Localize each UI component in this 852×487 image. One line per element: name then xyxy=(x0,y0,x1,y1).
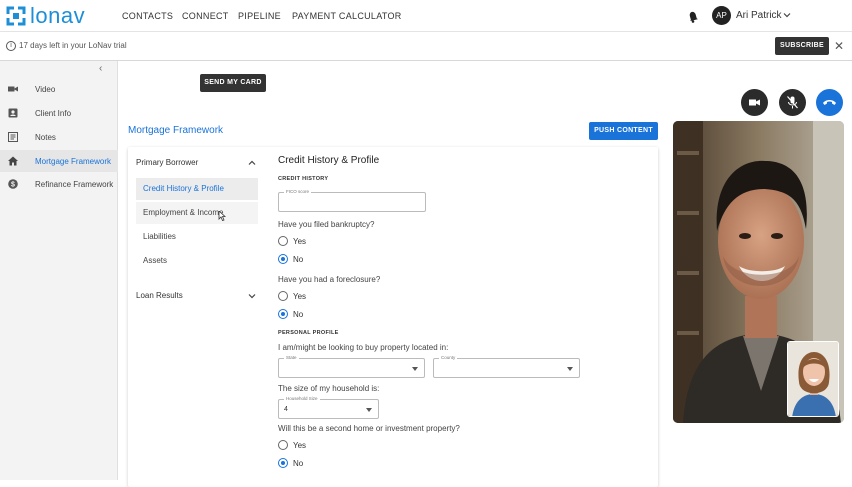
svg-text:$: $ xyxy=(11,182,15,189)
dropdown-caret-icon xyxy=(366,408,372,412)
user-avatar[interactable]: AP xyxy=(712,6,731,25)
dropdown-caret-icon xyxy=(412,367,418,371)
framework-card: Primary Borrower Credit History & Profil… xyxy=(128,147,658,487)
household-size-value: 4 xyxy=(284,406,288,413)
notes-icon xyxy=(8,132,18,142)
mic-off-icon xyxy=(787,96,798,109)
video-camera-icon xyxy=(8,86,18,92)
fico-score-field[interactable]: FICO score xyxy=(278,189,426,212)
video-camera-icon xyxy=(749,99,760,106)
radio-label: Yes xyxy=(293,291,307,301)
county-select[interactable]: County xyxy=(433,355,580,378)
fico-score-label: FICO score xyxy=(284,189,312,194)
second-home-no-option[interactable]: No xyxy=(278,457,303,469)
bankruptcy-question: Have you filed bankruptcy? xyxy=(278,220,375,229)
foreclosure-yes-option[interactable]: Yes xyxy=(278,290,306,302)
radio-button[interactable] xyxy=(278,236,288,246)
user-name[interactable]: Ari Patrick xyxy=(736,10,782,21)
nav-assets[interactable]: Assets xyxy=(136,250,258,272)
dropdown-caret-icon xyxy=(567,367,573,371)
logo-mark-icon xyxy=(6,6,26,26)
chevron-down-icon[interactable] xyxy=(783,11,791,19)
nav-connect[interactable]: CONNECT xyxy=(182,11,229,21)
location-question: I am/might be looking to buy property lo… xyxy=(278,343,449,352)
sidebar-item-mortgage-framework[interactable]: Mortgage Framework xyxy=(0,150,118,172)
household-size-label: Household Size xyxy=(284,396,320,401)
radio-label: Yes xyxy=(293,440,307,450)
bankruptcy-yes-option[interactable]: Yes xyxy=(278,235,306,247)
sidebar-item-client-info[interactable]: Client Info xyxy=(0,102,118,124)
sidebar: ‹ Video Client Info Notes Mortgage Frame… xyxy=(0,61,118,480)
close-icon[interactable]: ✕ xyxy=(834,40,844,52)
household-question: The size of my household is: xyxy=(278,384,380,393)
camera-toggle-button[interactable] xyxy=(741,89,768,116)
info-icon: i xyxy=(6,41,16,51)
self-participant-image xyxy=(788,342,838,416)
contact-card-icon xyxy=(8,108,18,118)
send-my-card-button[interactable]: SEND MY CARD xyxy=(200,74,266,92)
state-label: State xyxy=(284,355,299,360)
top-nav: lonav CONTACTS CONNECT PIPELINE PAYMENT … xyxy=(0,0,852,32)
phone-hangup-icon xyxy=(823,100,836,105)
page-title: Mortgage Framework xyxy=(128,125,224,136)
radio-label: No xyxy=(293,309,304,319)
radio-button[interactable] xyxy=(278,440,288,450)
second-home-question: Will this be a second home or investment… xyxy=(278,424,460,433)
county-label: County xyxy=(439,355,458,360)
notification-bell-icon[interactable] xyxy=(687,9,701,23)
chevron-down-icon[interactable] xyxy=(248,292,256,300)
nav-liabilities[interactable]: Liabilities xyxy=(136,226,258,248)
radio-button-selected[interactable] xyxy=(278,309,288,319)
chevron-up-icon[interactable] xyxy=(248,159,256,167)
subscribe-button[interactable]: SUBSCRIBE xyxy=(775,37,829,55)
radio-button[interactable] xyxy=(278,291,288,301)
nav-pipeline[interactable]: PIPELINE xyxy=(238,11,281,21)
lonav-logo[interactable]: lonav xyxy=(6,5,85,27)
home-icon xyxy=(8,156,18,166)
radio-button-selected[interactable] xyxy=(278,254,288,264)
foreclosure-question: Have you had a foreclosure? xyxy=(278,275,381,284)
nav-payment-calculator[interactable]: PAYMENT CALCULATOR xyxy=(292,11,402,21)
radio-button-selected[interactable] xyxy=(278,458,288,468)
sidebar-item-label: Video xyxy=(35,84,56,94)
trial-message: 17 days left in your LoNav trial xyxy=(19,41,127,50)
foreclosure-no-option[interactable]: No xyxy=(278,308,303,320)
chevron-left-icon[interactable]: ‹ xyxy=(99,63,102,74)
sidebar-item-label: Notes xyxy=(35,132,56,142)
sidebar-item-video[interactable]: Video xyxy=(0,78,118,100)
trial-banner: i 17 days left in your LoNav trial SUBSC… xyxy=(0,32,852,61)
sidebar-item-label: Client Info xyxy=(35,108,72,118)
hang-up-button[interactable] xyxy=(816,89,843,116)
sidebar-item-label: Mortgage Framework xyxy=(35,156,112,166)
push-content-button[interactable]: PUSH CONTENT xyxy=(589,122,658,140)
sidebar-item-notes[interactable]: Notes xyxy=(0,126,118,148)
sidebar-item-refinance-framework[interactable]: $ Refinance Framework xyxy=(0,173,118,195)
logo-text: lonav xyxy=(30,3,86,28)
nav-employment-income[interactable]: Employment & Income xyxy=(136,202,258,224)
radio-label: No xyxy=(293,254,304,264)
household-size-select[interactable]: Household Size 4 xyxy=(278,396,379,419)
mouse-cursor-icon xyxy=(218,211,226,221)
dollar-icon: $ xyxy=(8,179,18,189)
nav-credit-history[interactable]: Credit History & Profile xyxy=(136,178,258,200)
mute-toggle-button[interactable] xyxy=(779,89,806,116)
bankruptcy-no-option[interactable]: No xyxy=(278,253,303,265)
nav-contacts[interactable]: CONTACTS xyxy=(122,11,173,21)
radio-label: No xyxy=(293,458,304,468)
form-title: Credit History & Profile xyxy=(278,155,380,166)
self-video-preview xyxy=(787,341,839,417)
second-home-yes-option[interactable]: Yes xyxy=(278,439,306,451)
personal-profile-heading: PERSONAL PROFILE xyxy=(278,330,339,336)
primary-borrower-header[interactable]: Primary Borrower xyxy=(136,158,198,167)
radio-label: Yes xyxy=(293,236,307,246)
credit-history-heading: CREDIT HISTORY xyxy=(278,176,329,182)
sidebar-item-label: Refinance Framework xyxy=(35,179,114,189)
state-select[interactable]: State xyxy=(278,355,425,378)
loan-results-header[interactable]: Loan Results xyxy=(136,291,183,300)
